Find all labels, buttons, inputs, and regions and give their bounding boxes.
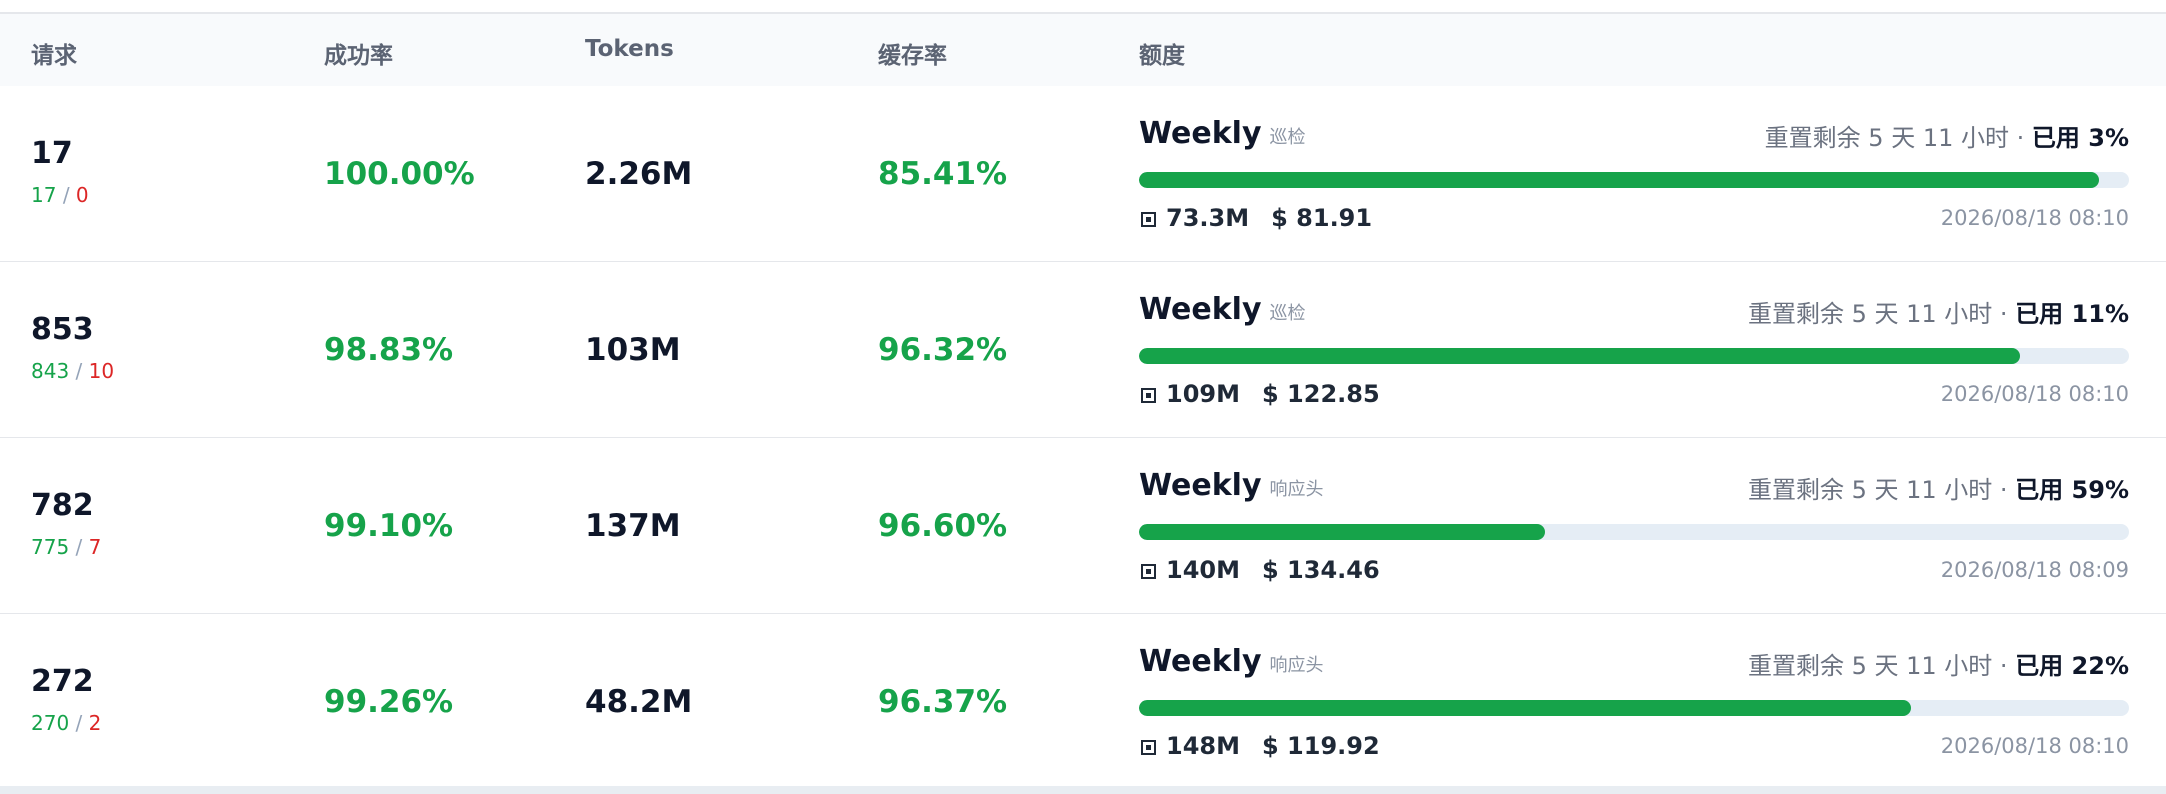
quota-name: Weekly: [1139, 116, 1262, 151]
quota-usage: 140M $ 134.46: [1139, 556, 1380, 584]
table-row: 272 270 / 2 99.26% 48.2M 96.37% Weekly 响应…: [0, 614, 2166, 791]
quota-progress-fill: [1139, 700, 1912, 716]
bottom-border: [0, 786, 2166, 794]
token-count: 103M: [585, 332, 681, 368]
quota-title: Weekly 响应头: [1139, 468, 1324, 503]
table-row: 17 17 / 0 100.00% 2.26M 85.41% Weekly 巡检 …: [0, 86, 2166, 263]
quota-token-amount: 109M: [1166, 380, 1240, 408]
request-separator: /: [75, 535, 83, 559]
request-success-count: 775: [31, 535, 70, 559]
chip-icon: [1141, 740, 1156, 755]
quota-source-tag: 响应头: [1269, 655, 1324, 676]
quota-reset-text: 重置剩余 5 天 11 小时 ·: [1747, 476, 2016, 504]
request-total: 272: [31, 664, 94, 699]
request-split: 775 / 7: [31, 535, 101, 559]
quota-reset-info: 重置剩余 5 天 11 小时 · 已用 22%: [1748, 646, 2129, 681]
quota-used-percent: 已用 11%: [2015, 300, 2129, 328]
cache-rate: 96.60%: [878, 508, 1008, 544]
request-split: 270 / 2: [31, 711, 101, 735]
header-tokens: Tokens: [585, 36, 674, 62]
success-rate: 100.00%: [324, 156, 475, 192]
quota-source-tag: 响应头: [1269, 479, 1324, 500]
request-error-count: 7: [88, 535, 102, 559]
quota-cell: Weekly 巡检 重置剩余 5 天 11 小时 · 已用 11% 109M $ 1…: [1139, 292, 2129, 412]
quota-timestamp: 2026/08/18 08:10: [1940, 382, 2129, 406]
header-quota: 额度: [1139, 43, 1185, 69]
table-row: 853 843 / 10 98.83% 103M 96.32% Weekly 巡检…: [0, 262, 2166, 439]
quota-cost: $ 134.46: [1261, 556, 1380, 584]
quota-progress-fill: [1139, 172, 2100, 188]
quota-timestamp: 2026/08/18 08:10: [1940, 206, 2129, 230]
quota-used-percent: 已用 22%: [2015, 652, 2129, 680]
quota-name: Weekly: [1139, 468, 1262, 503]
request-error-count: 10: [88, 359, 115, 383]
success-rate: 98.83%: [324, 332, 454, 368]
success-rate: 99.10%: [324, 508, 454, 544]
token-count: 137M: [585, 508, 681, 544]
request-success-count: 843: [31, 359, 70, 383]
quota-progress-bar: [1139, 524, 2129, 540]
quota-usage: 73.3M $ 81.91: [1139, 204, 1372, 232]
quota-reset-text: 重置剩余 5 天 11 小时 ·: [1747, 300, 2016, 328]
quota-name: Weekly: [1139, 292, 1262, 327]
chip-icon: [1141, 564, 1156, 579]
quota-title: Weekly 巡检: [1139, 116, 1306, 151]
request-total: 782: [31, 488, 94, 523]
header-requests: 请求: [31, 43, 77, 69]
request-error-count: 2: [88, 711, 102, 735]
quota-timestamp: 2026/08/18 08:10: [1940, 734, 2129, 758]
cache-rate: 96.32%: [878, 332, 1008, 368]
request-separator: /: [75, 359, 83, 383]
quota-cost: $ 122.85: [1261, 380, 1380, 408]
request-success-count: 17: [31, 183, 57, 207]
chip-icon: [1141, 388, 1156, 403]
token-count: 48.2M: [585, 684, 693, 720]
quota-progress-fill: [1139, 524, 1545, 540]
quota-token-amount: 140M: [1166, 556, 1240, 584]
quota-source-tag: 巡检: [1269, 303, 1306, 324]
quota-source-tag: 巡检: [1269, 127, 1306, 148]
quota-progress-bar: [1139, 172, 2129, 188]
request-separator: /: [75, 711, 83, 735]
quota-cell: Weekly 响应头 重置剩余 5 天 11 小时 · 已用 59% 140M $ …: [1139, 468, 2129, 588]
quota-reset-info: 重置剩余 5 天 11 小时 · 已用 11%: [1748, 294, 2129, 329]
quota-progress-bar: [1139, 700, 2129, 716]
header-success-rate: 成功率: [324, 43, 393, 69]
quota-reset-info: 重置剩余 5 天 11 小时 · 已用 59%: [1748, 470, 2129, 505]
quota-usage: 109M $ 122.85: [1139, 380, 1380, 408]
quota-token-amount: 73.3M: [1166, 204, 1250, 232]
request-total: 853: [31, 312, 94, 347]
quota-cell: Weekly 响应头 重置剩余 5 天 11 小时 · 已用 22% 148M $ …: [1139, 644, 2129, 764]
header-cache-rate: 缓存率: [878, 43, 947, 69]
quota-cell: Weekly 巡检 重置剩余 5 天 11 小时 · 已用 3% 73.3M $ 8…: [1139, 116, 2129, 236]
quota-title: Weekly 巡检: [1139, 292, 1306, 327]
table-header: 请求 成功率 Tokens 缓存率 额度: [0, 14, 2166, 87]
quota-name: Weekly: [1139, 644, 1262, 679]
cache-rate: 96.37%: [878, 684, 1008, 720]
request-separator: /: [62, 183, 70, 207]
quota-title: Weekly 响应头: [1139, 644, 1324, 679]
quota-usage: 148M $ 119.92: [1139, 732, 1380, 760]
success-rate: 99.26%: [324, 684, 454, 720]
quota-reset-info: 重置剩余 5 天 11 小时 · 已用 3%: [1765, 118, 2129, 153]
quota-token-amount: 148M: [1166, 732, 1240, 760]
token-count: 2.26M: [585, 156, 693, 192]
request-total: 17: [31, 136, 73, 171]
quota-progress-bar: [1139, 348, 2129, 364]
request-split: 843 / 10: [31, 359, 114, 383]
quota-cost: $ 119.92: [1261, 732, 1380, 760]
quota-used-percent: 已用 3%: [2031, 124, 2129, 152]
table-row: 782 775 / 7 99.10% 137M 96.60% Weekly 响应头…: [0, 438, 2166, 615]
quota-reset-text: 重置剩余 5 天 11 小时 ·: [1747, 652, 2016, 680]
request-success-count: 270: [31, 711, 70, 735]
request-split: 17 / 0: [31, 183, 89, 207]
quota-used-percent: 已用 59%: [2015, 476, 2129, 504]
cache-rate: 85.41%: [878, 156, 1008, 192]
chip-icon: [1141, 212, 1156, 227]
quota-progress-fill: [1139, 348, 2021, 364]
quota-cost: $ 81.91: [1271, 204, 1373, 232]
quota-timestamp: 2026/08/18 08:09: [1940, 558, 2129, 582]
quota-reset-text: 重置剩余 5 天 11 小时 ·: [1764, 124, 2032, 152]
request-error-count: 0: [75, 183, 89, 207]
